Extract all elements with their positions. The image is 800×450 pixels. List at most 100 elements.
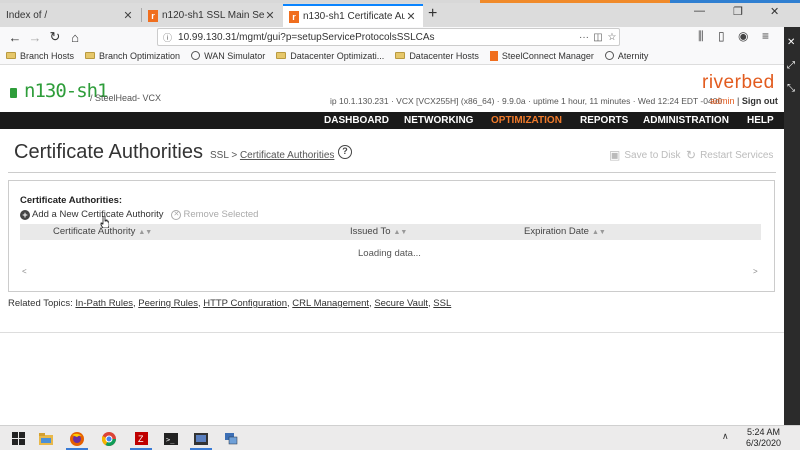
tab-index[interactable]: Index of / ✕ <box>0 4 140 27</box>
column-issued-to[interactable]: Issued To ▲▼ <box>350 224 407 240</box>
back-icon[interactable]: ← <box>6 27 24 47</box>
restart-icon: ↻ <box>686 148 697 162</box>
scroll-left-icon[interactable]: < <box>22 267 27 276</box>
more-icon[interactable]: ··· <box>577 32 591 43</box>
page-title: Certificate Authorities <box>14 141 203 163</box>
bookmark-datacenter-optimization[interactable]: Datacenter Optimizati... <box>276 51 384 61</box>
chevron-up-icon[interactable]: ∧ <box>722 431 729 442</box>
bookmark-steelconnect-manager[interactable]: SteelConnect Manager <box>489 50 594 61</box>
menu-optimization[interactable]: OPTIMIZATION <box>491 112 562 129</box>
close-icon[interactable]: ✕ <box>405 10 417 23</box>
remove-selected-button[interactable]: ✕ Remove Selected <box>171 209 258 220</box>
clock-time: 5:24 AM <box>747 427 781 437</box>
scroll-right-icon[interactable]: > <box>753 267 758 276</box>
bookmarks-bar: Branch Hosts Branch Optimization WAN Sim… <box>0 47 800 65</box>
link-http-configuration[interactable]: HTTP Configuration <box>203 298 287 309</box>
user-info: admin | Sign out <box>710 96 778 106</box>
chrome-icon[interactable] <box>100 431 118 446</box>
menu-networking[interactable]: NETWORKING <box>404 112 473 129</box>
remove-icon: ✕ <box>171 209 182 220</box>
bookmark-branch-optimization[interactable]: Branch Optimization <box>85 51 180 61</box>
home-icon[interactable]: ⌂ <box>66 27 84 47</box>
link-crl-management[interactable]: CRL Management <box>292 298 369 309</box>
folder-icon <box>395 52 406 59</box>
divider <box>8 172 776 173</box>
sidebar-icon[interactable]: ▯ <box>718 29 725 43</box>
maximize-icon[interactable]: ❐ <box>733 5 743 18</box>
link-ssl[interactable]: SSL <box>433 298 451 309</box>
fit-screen-icon[interactable]: ⤡ <box>787 83 795 94</box>
table-header: Certificate Authority ▲▼ Issued To ▲▼ Expi… <box>20 224 761 240</box>
account-icon[interactable]: ◉ <box>738 29 748 43</box>
add-icon: + <box>20 209 30 220</box>
tab-title: n130-sh1 Certificate Authorities <box>303 11 405 22</box>
close-window-icon[interactable]: ✕ <box>770 5 779 18</box>
related-topics: Related Topics: In-Path Rules, Peering R… <box>8 298 452 309</box>
panel-label: Certificate Authorities: <box>20 195 123 206</box>
globe-icon <box>191 51 201 60</box>
breadcrumb: SSL > Certificate Authorities <box>210 150 335 161</box>
terminal-icon[interactable]: >_ <box>162 431 180 446</box>
menu-icon[interactable]: ≡ <box>762 29 769 43</box>
taskbar-clock[interactable]: 5:24 AM 6/3/2020 <box>746 427 781 449</box>
windows-start-icon[interactable] <box>10 431 26 446</box>
riverbed-icon <box>489 50 498 61</box>
remote-desktop-icon[interactable] <box>192 431 210 446</box>
help-icon[interactable]: ? <box>338 145 352 159</box>
sign-out-link[interactable]: Sign out <box>742 96 778 106</box>
browser-nav-bar: ← → ↻ ⌂ ⓘ 10.99.130.31/mgmt/gui?p=setupS… <box>0 27 800 47</box>
new-tab-button[interactable]: + <box>428 5 437 23</box>
panel-actions: + Add a New Certificate Authority ✕ Remo… <box>20 209 266 220</box>
close-icon[interactable]: ✕ <box>264 9 276 22</box>
url-text: 10.99.130.31/mgmt/gui?p=setupServiceProt… <box>178 31 435 43</box>
horizontal-scrollbar[interactable]: < > <box>20 267 761 277</box>
tab-title: n120-sh1 SSL Main Settings <box>162 10 264 21</box>
tab-certificate-authorities[interactable]: r n130-sh1 Certificate Authorities ✕ <box>283 4 423 27</box>
network-icon[interactable] <box>222 431 240 446</box>
reload-icon[interactable]: ↻ <box>46 27 64 47</box>
riverbed-icon: r <box>148 9 158 22</box>
sort-icon: ▲▼ <box>138 229 153 236</box>
restart-services-button[interactable]: ↻ Restart Services <box>686 148 773 162</box>
save-icon: ▣ <box>609 148 621 162</box>
bookmark-star-icon[interactable]: ☆ <box>605 32 619 43</box>
username[interactable]: admin <box>710 96 735 106</box>
link-in-path-rules[interactable]: In-Path Rules <box>75 298 133 309</box>
minimize-icon[interactable]: — <box>694 5 705 17</box>
column-expiration-date[interactable]: Expiration Date ▲▼ <box>524 224 606 240</box>
tab-ssl-main-settings[interactable]: r n120-sh1 SSL Main Settings ✕ <box>142 4 282 27</box>
bookmark-aternity[interactable]: Aternity <box>604 51 648 61</box>
add-ca-button[interactable]: + Add a New Certificate Authority <box>20 209 163 220</box>
info-icon[interactable]: ⓘ <box>163 31 172 44</box>
save-to-disk-button[interactable]: ▣ Save to Disk <box>609 148 680 162</box>
link-secure-vault[interactable]: Secure Vault <box>374 298 428 309</box>
filezilla-icon[interactable]: Z <box>132 431 150 446</box>
sort-icon: ▲▼ <box>393 229 408 236</box>
bookmark-datacenter-hosts[interactable]: Datacenter Hosts <box>395 51 479 61</box>
breadcrumb-ssl[interactable]: SSL <box>210 150 229 161</box>
menu-dashboard[interactable]: DASHBOARD <box>324 112 389 129</box>
link-peering-rules[interactable]: Peering Rules <box>138 298 198 309</box>
firefox-icon[interactable] <box>68 431 86 446</box>
pocket-icon[interactable]: ◫ <box>591 32 605 43</box>
menu-reports[interactable]: REPORTS <box>580 112 628 129</box>
url-bar[interactable]: ⓘ 10.99.130.31/mgmt/gui?p=setupServicePr… <box>157 28 620 46</box>
product-name: / SteelHead- VCX <box>90 93 162 103</box>
menu-administration[interactable]: ADMINISTRATION <box>643 112 729 129</box>
bookmark-wan-simulator[interactable]: WAN Simulator <box>191 51 265 61</box>
folder-icon <box>6 52 16 59</box>
breadcrumb-current[interactable]: Certificate Authorities <box>240 150 335 161</box>
close-icon[interactable]: ✕ <box>122 9 134 22</box>
svg-text:>_: >_ <box>166 436 175 444</box>
screen: Index of / ✕ r n120-sh1 SSL Main Setting… <box>0 0 800 450</box>
hand-cursor-icon <box>100 216 109 228</box>
bookmark-branch-hosts[interactable]: Branch Hosts <box>6 51 74 61</box>
fullscreen-icon[interactable]: ⤢ <box>787 60 795 71</box>
file-explorer-icon[interactable] <box>38 431 54 446</box>
library-icon[interactable]: ⫼ <box>698 29 704 44</box>
forward-icon[interactable]: → <box>26 27 44 47</box>
clock-date: 6/3/2020 <box>746 438 782 448</box>
menu-help[interactable]: HELP <box>747 112 774 129</box>
taskbar: Z >_ <box>0 425 800 450</box>
close-icon[interactable]: ✕ <box>787 37 795 48</box>
